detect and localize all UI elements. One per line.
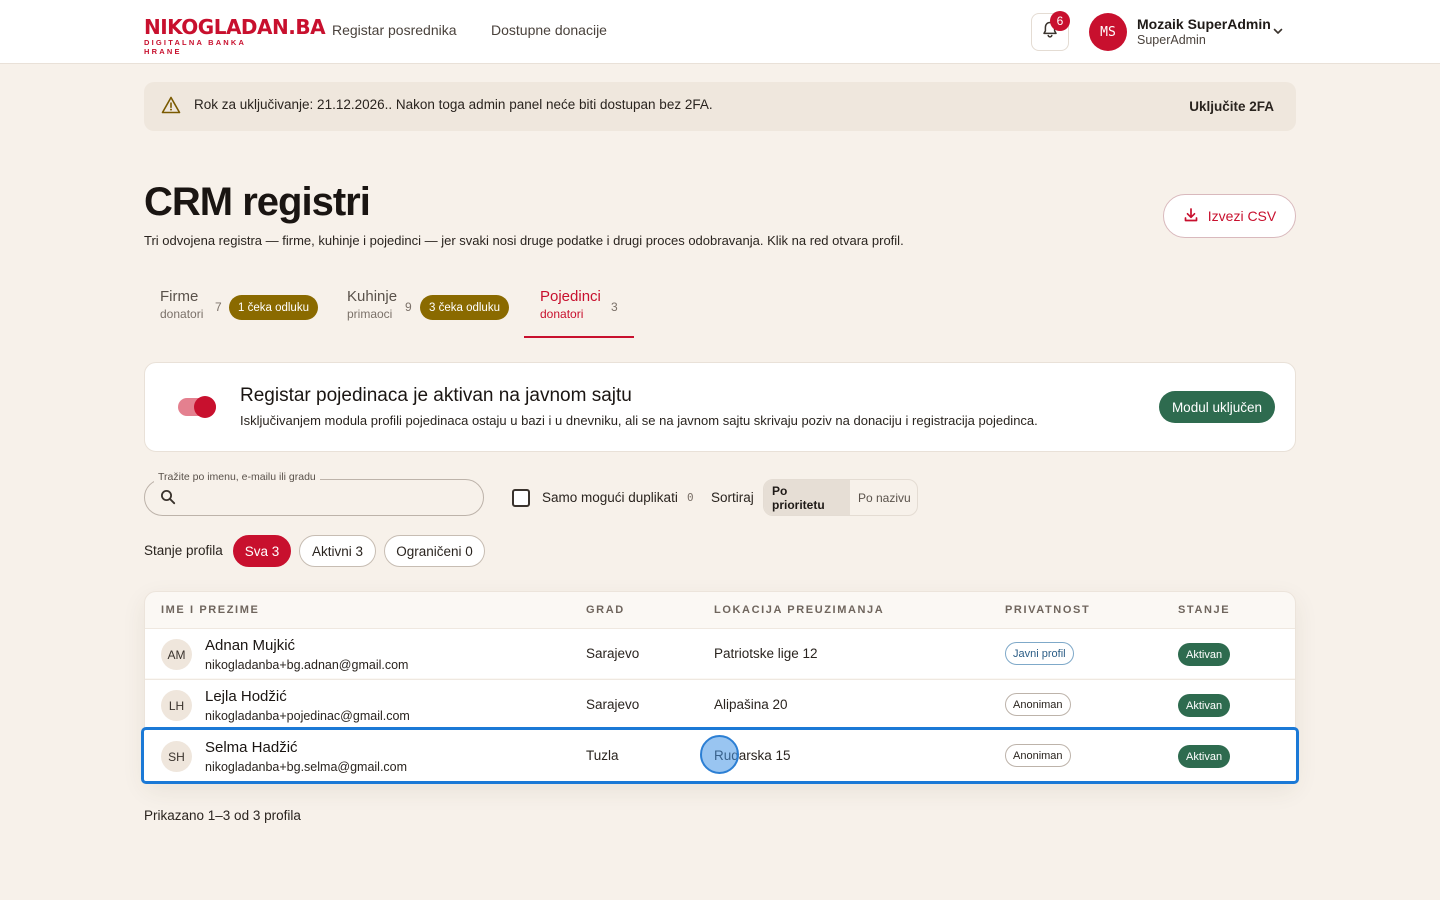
avatar: SH bbox=[161, 741, 192, 772]
row-name: Adnan Mujkić bbox=[205, 637, 296, 654]
chip-all[interactable]: Sva 3 bbox=[233, 535, 291, 567]
tab-count: 3 bbox=[611, 300, 618, 314]
nav-registar-posrednika[interactable]: Registar posrednika bbox=[332, 22, 457, 38]
nav-dostupne-donacije[interactable]: Dostupne donacije bbox=[491, 22, 607, 38]
row-location: Alipašina 20 bbox=[714, 697, 788, 712]
module-description: Isključivanjem modula profili pojedinaca… bbox=[240, 413, 1038, 428]
logo[interactable]: NIKOGLADAN.BA DIGITALNA BANKA HRANE bbox=[144, 15, 326, 56]
active-tab-indicator bbox=[524, 336, 634, 338]
export-csv-button[interactable]: Izvezi CSV bbox=[1163, 194, 1296, 238]
download-icon bbox=[1183, 207, 1199, 226]
avatar: AM bbox=[161, 639, 192, 670]
status-badge: Aktivan bbox=[1178, 694, 1231, 717]
row-name: Lejla Hodžić bbox=[205, 688, 287, 705]
column-header-location[interactable]: LOKACIJA PREUZIMANJA bbox=[714, 604, 884, 616]
alert-text: Rok za uključivanje: 21.12.2026.. Nakon … bbox=[194, 97, 713, 112]
privacy-badge: Anoniman bbox=[1005, 744, 1071, 767]
sort-by-name[interactable]: Po nazivu bbox=[850, 480, 917, 515]
state-filter-label: Stanje profila bbox=[144, 543, 223, 558]
module-status-card: Registar pojedinaca je aktivan na javnom… bbox=[144, 362, 1296, 452]
chip-restricted[interactable]: Ograničeni 0 bbox=[384, 535, 485, 567]
tab-count: 7 bbox=[215, 300, 222, 314]
row-email: nikogladanba+bg.selma@gmail.com bbox=[205, 760, 408, 774]
row-location: Rudarska 15 bbox=[714, 748, 791, 763]
column-header-name[interactable]: IME I PREZIME bbox=[161, 604, 259, 616]
module-enabled-button[interactable]: Modul uključen bbox=[1158, 391, 1275, 423]
table-row-selected[interactable]: SH Selma Hadžić nikogladanba+bg.selma@gm… bbox=[141, 727, 1299, 784]
row-city: Sarajevo bbox=[586, 697, 640, 712]
search-label: Tražite po imenu, e-mailu ili gradu bbox=[154, 471, 320, 483]
page-subtitle: Tri odvojena registra — firme, kuhinje i… bbox=[144, 233, 904, 248]
logo-tagline: DIGITALNA BANKA HRANE bbox=[144, 38, 246, 56]
sort-by-priority[interactable]: Po prioritetu bbox=[764, 480, 850, 515]
row-location: Patriotske lige 12 bbox=[714, 646, 818, 661]
table-row[interactable]: LH Lejla Hodžić nikogladanba+pojedinac@g… bbox=[145, 679, 1295, 729]
tab-kuhinje[interactable]: Kuhinje primaoci 9 3 čeka odluku bbox=[347, 288, 512, 338]
row-name: Selma Hadžić bbox=[205, 739, 298, 756]
pagination-summary: Prikazano 1–3 od 3 profila bbox=[144, 808, 301, 823]
export-csv-label: Izvezi CSV bbox=[1207, 208, 1277, 224]
privacy-badge: Javni profil bbox=[1005, 642, 1074, 665]
duplicates-label[interactable]: Samo mogući duplikati bbox=[542, 490, 678, 505]
column-header-privacy[interactable]: PRIVATNOST bbox=[1005, 604, 1090, 616]
user-role: SuperAdmin bbox=[1137, 33, 1206, 47]
2fa-alert: Rok za uključivanje: 21.12.2026.. Nakon … bbox=[144, 82, 1296, 131]
row-city: Sarajevo bbox=[586, 646, 640, 661]
column-header-city[interactable]: GRAD bbox=[586, 604, 625, 616]
tab-firme[interactable]: Firme donatori 7 1 čeka odluku bbox=[160, 288, 320, 338]
tab-pojedinci[interactable]: Pojedinci donatori 3 bbox=[540, 288, 630, 338]
status-badge: Aktivan bbox=[1178, 643, 1231, 666]
row-city: Tuzla bbox=[586, 748, 619, 763]
sort-label: Sortiraj bbox=[711, 490, 754, 505]
search-input[interactable] bbox=[186, 484, 476, 510]
column-header-state[interactable]: STANJE bbox=[1178, 604, 1230, 616]
avatar[interactable]: MS bbox=[1089, 13, 1127, 51]
page-title: CRM registri bbox=[144, 180, 371, 224]
tab-count: 9 bbox=[405, 300, 412, 314]
table-row[interactable]: AM Adnan Mujkić nikogladanba+bg.adnan@gm… bbox=[145, 628, 1295, 678]
pending-badge: 1 čeka odluku bbox=[229, 295, 318, 320]
module-toggle-knob[interactable] bbox=[194, 396, 216, 418]
pending-badge: 3 čeka odluku bbox=[420, 295, 509, 320]
row-email: nikogladanba+pojedinac@gmail.com bbox=[205, 709, 410, 723]
warning-icon bbox=[161, 96, 181, 119]
duplicates-count: 0 bbox=[687, 491, 694, 504]
top-bar: NIKOGLADAN.BA DIGITALNA BANKA HRANE Regi… bbox=[0, 0, 1440, 64]
chip-active[interactable]: Aktivni 3 bbox=[299, 535, 376, 567]
search-icon bbox=[160, 489, 176, 510]
enable-2fa-button[interactable]: Uključite 2FA bbox=[1189, 99, 1274, 114]
chevron-down-icon[interactable] bbox=[1272, 24, 1284, 42]
sort-toggle: Po prioritetu Po nazivu bbox=[763, 479, 918, 516]
status-badge: Aktivan bbox=[1178, 745, 1231, 768]
module-title: Registar pojedinaca je aktivan na javnom… bbox=[240, 385, 632, 406]
user-name[interactable]: Mozaik SuperAdmin bbox=[1137, 16, 1271, 32]
notification-count-badge: 6 bbox=[1050, 11, 1070, 31]
logo-main: NIKOGLADAN.BA bbox=[144, 15, 326, 39]
privacy-badge: Anoniman bbox=[1005, 693, 1071, 716]
row-email: nikogladanba+bg.adnan@gmail.com bbox=[205, 658, 409, 672]
duplicates-checkbox[interactable] bbox=[512, 489, 530, 507]
avatar: LH bbox=[161, 690, 192, 721]
